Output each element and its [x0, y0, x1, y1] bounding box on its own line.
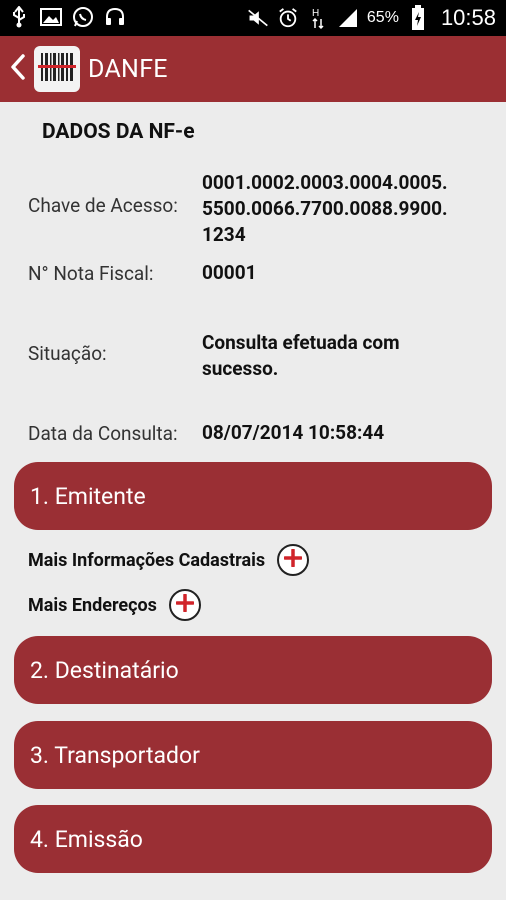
section-title: DADOS DA NF-e [42, 120, 195, 144]
clock: 10:58 [440, 5, 496, 30]
status-line: sucesso. [202, 357, 279, 380]
more-info-plus-button[interactable] [277, 544, 310, 576]
mute-icon [247, 7, 269, 29]
access-key-label: Chave de Acesso: [28, 194, 178, 217]
query-date-label: Data da Consulta: [28, 422, 178, 445]
whatsapp-icon [72, 6, 94, 28]
main-content: DADOS DA NF-e Chave de Acesso: 0001.0002… [0, 102, 506, 900]
hspa-icon: H [307, 7, 329, 30]
access-key-value: 0001.0002.0003.0004.0005. 5500.0066.7700… [202, 170, 472, 248]
invoice-number-label: N° Nota Fiscal: [28, 262, 154, 285]
headset-icon [104, 6, 126, 28]
battery-icon [407, 5, 429, 30]
plus-circle-icon [175, 593, 195, 616]
battery-percent: 65% [366, 9, 399, 26]
app-logo[interactable] [34, 46, 80, 92]
invoice-number-value: 00001 [202, 261, 257, 284]
app-bar: DANFE [0, 36, 506, 102]
section-transportador[interactable]: 3. Transportador [14, 721, 492, 789]
section-destinatario-label: 2. Destinatário [30, 656, 179, 684]
status-right-icons: H 65% 10:58 [247, 0, 496, 36]
barcode-icon [38, 49, 76, 89]
status-bar: H 65% 10:58 [0, 0, 506, 36]
more-addresses-plus-button[interactable] [168, 589, 201, 621]
access-key-line: 1234 [202, 223, 246, 246]
more-info-label: Mais Informações Cadastrais [28, 549, 266, 571]
access-key-line: 0001.0002.0003.0004.0005. [202, 171, 448, 194]
usb-icon [8, 6, 30, 28]
plus-circle-icon [283, 548, 303, 571]
access-key-line: 5500.0066.7700.0088.9900. [202, 197, 448, 220]
section-emissao[interactable]: 4. Emissão [14, 805, 492, 873]
section-emitente-label: 1. Emitente [30, 482, 146, 510]
more-addresses-label: Mais Endereços [28, 594, 157, 616]
section-destinatario[interactable]: 2. Destinatário [14, 636, 492, 704]
svg-text:H: H [312, 8, 319, 19]
status-line: Consulta efetuada com [202, 331, 400, 354]
query-date-value: 08/07/2014 10:58:44 [202, 421, 385, 444]
alarm-icon [277, 7, 299, 29]
chevron-left-icon [10, 54, 26, 84]
more-addresses-row: Mais Endereços [28, 589, 201, 621]
section-transportador-label: 3. Transportador [30, 741, 200, 769]
more-info-row: Mais Informações Cadastrais [28, 544, 310, 576]
section-emitente[interactable]: 1. Emitente [14, 462, 492, 530]
status-value: Consulta efetuada com sucesso. [202, 330, 472, 382]
status-left-icons [8, 6, 126, 28]
status-label: Situação: [28, 342, 107, 365]
section-emissao-label: 4. Emissão [30, 825, 143, 853]
signal-icon [337, 7, 359, 29]
app-title: DANFE [88, 54, 168, 84]
image-icon [40, 6, 62, 28]
back-button[interactable] [4, 36, 32, 102]
